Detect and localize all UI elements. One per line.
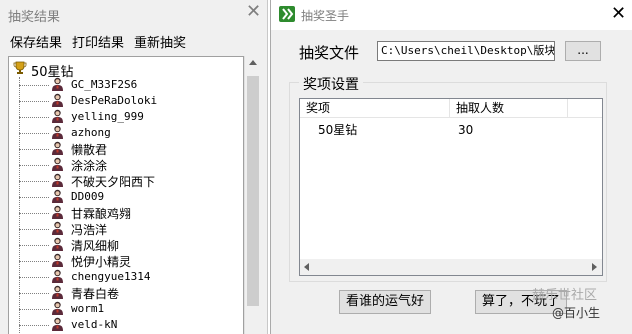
tree-item[interactable]: 青春白卷	[19, 285, 239, 301]
tree-connector	[19, 277, 49, 278]
window-title: 抽奖圣手	[301, 9, 350, 23]
table-row[interactable]: 50星钻 30	[300, 121, 602, 139]
results-window: 抽奖结果 ✕ 保存结果 打印结果 重新抽奖 50星钻 GC_M33F2S6 Des…	[0, 0, 268, 334]
user-avatar-icon	[52, 173, 63, 187]
user-avatar-icon	[52, 253, 63, 267]
results-tree[interactable]: 50星钻 GC_M33F2S6 DesPeRaDoloki yelling_999 a…	[8, 56, 244, 334]
scroll-right-arrow-icon[interactable]	[592, 263, 597, 271]
trophy-icon	[13, 61, 27, 74]
tree-item[interactable]: worm1	[19, 301, 239, 317]
tree-connector	[19, 213, 49, 214]
file-label: 抽奖文件	[299, 44, 360, 62]
app-logo-icon	[279, 6, 295, 22]
browse-button[interactable]: ...	[565, 41, 601, 61]
tree-item[interactable]: 不破天夕阳西下	[19, 173, 239, 189]
scroll-thumb[interactable]	[247, 76, 259, 306]
tree-connector	[19, 85, 49, 86]
user-avatar-icon	[52, 93, 63, 107]
tree-connector	[19, 261, 49, 262]
menu-save-results[interactable]: 保存结果	[10, 32, 62, 51]
tree-item[interactable]: 懒散君	[19, 141, 239, 157]
user-avatar-icon	[52, 157, 63, 171]
prize-list[interactable]: 奖项 抽取人数 50星钻 30	[299, 98, 603, 276]
count-cell: 30	[458, 123, 474, 137]
tree-item-label: 懒散君	[71, 143, 108, 157]
tree-connector	[19, 133, 49, 134]
user-avatar-icon	[52, 237, 63, 251]
tree-item[interactable]: DD009	[19, 189, 239, 205]
file-path-input[interactable]: C:\Users\cheil\Desktop\版块活	[377, 41, 555, 61]
tree-item-label: 甘霖酿鸡翙	[71, 207, 132, 221]
tree-item-label: GC_M33F2S6	[71, 78, 138, 91]
tree-item[interactable]: DesPeRaDoloki	[19, 93, 239, 109]
tree-item[interactable]: yelling_999	[19, 109, 239, 125]
tree-item[interactable]: chengyue1314	[19, 269, 239, 285]
results-window-title: 抽奖结果	[8, 10, 61, 25]
column-header-prize[interactable]: 奖项	[300, 99, 450, 117]
start-draw-button[interactable]: 看谁的运气好	[339, 290, 431, 314]
tree-item-label: 青春白卷	[71, 287, 120, 301]
close-icon[interactable]: ✕	[246, 2, 261, 22]
scroll-up-arrow-icon[interactable]	[249, 60, 257, 65]
tree-item[interactable]: GC_M33F2S6	[19, 77, 239, 93]
tree-connector	[19, 149, 49, 150]
tree-item-label: 冯浩洋	[71, 223, 108, 237]
tree-connector	[19, 309, 49, 310]
tree-item[interactable]: azhong	[19, 125, 239, 141]
user-avatar-icon	[52, 269, 63, 283]
horizontal-scrollbar[interactable]	[300, 259, 602, 275]
menu-redraw[interactable]: 重新抽奖	[134, 32, 186, 51]
tree-item[interactable]: 甘霖酿鸡翙	[19, 205, 239, 221]
tree-item[interactable]: 悦伊小精灵	[19, 253, 239, 269]
user-avatar-icon	[52, 317, 63, 331]
tree-item-label: 不破天夕阳西下	[71, 175, 156, 189]
watermark-author: @百小生	[552, 306, 601, 320]
tree-item-label: 涂涂涂	[71, 159, 108, 173]
tree-item-label: DD009	[71, 190, 105, 203]
tree-item[interactable]: 涂涂涂	[19, 157, 239, 173]
tree-connector	[19, 229, 49, 230]
tree-item-label: chengyue1314	[71, 270, 151, 283]
user-avatar-icon	[52, 125, 63, 139]
tree-connector	[19, 197, 49, 198]
user-avatar-icon	[52, 77, 63, 91]
user-avatar-icon	[52, 301, 63, 315]
menu-bar: 保存结果 打印结果 重新抽奖	[0, 30, 268, 51]
vertical-scrollbar[interactable]	[244, 56, 261, 334]
tree-connector	[19, 245, 49, 246]
column-header-count[interactable]: 抽取人数	[450, 99, 568, 117]
tree-item[interactable]: 冯浩洋	[19, 221, 239, 237]
tree-item-label: 清风细柳	[71, 239, 120, 253]
user-avatar-icon	[52, 221, 63, 235]
group-title: 奖项设置	[299, 74, 363, 94]
tree-connector	[19, 101, 49, 102]
tree-item-label: DesPeRaDoloki	[71, 94, 158, 107]
user-avatar-icon	[52, 205, 63, 219]
scroll-left-arrow-icon[interactable]	[304, 263, 309, 271]
tree-item-label: veld-kN	[71, 318, 118, 331]
watermark-site: 赫乐世社区	[532, 288, 598, 303]
tree-item-label: 悦伊小精灵	[71, 255, 132, 269]
tree-connector	[19, 325, 49, 326]
prize-cell: 50星钻	[318, 123, 358, 137]
tree-item[interactable]: veld-kN	[19, 317, 239, 333]
user-avatar-icon	[52, 285, 63, 299]
tree-connector	[19, 117, 49, 118]
tree-connector	[19, 293, 49, 294]
list-header: 奖项 抽取人数	[300, 99, 602, 118]
user-avatar-icon	[52, 109, 63, 123]
tree-connector	[19, 181, 49, 182]
title-bar: 抽奖圣手 ✕	[271, 0, 632, 30]
user-avatar-icon	[52, 189, 63, 203]
tree-item-label: worm1	[71, 302, 105, 315]
tree-item[interactable]: 清风细柳	[19, 237, 239, 253]
tree-connector	[19, 165, 49, 166]
menu-print-results[interactable]: 打印结果	[72, 32, 124, 51]
tree-item-label: azhong	[71, 126, 111, 139]
user-avatar-icon	[52, 141, 63, 155]
close-icon[interactable]: ✕	[611, 4, 626, 24]
tree-item-label: yelling_999	[71, 110, 144, 123]
